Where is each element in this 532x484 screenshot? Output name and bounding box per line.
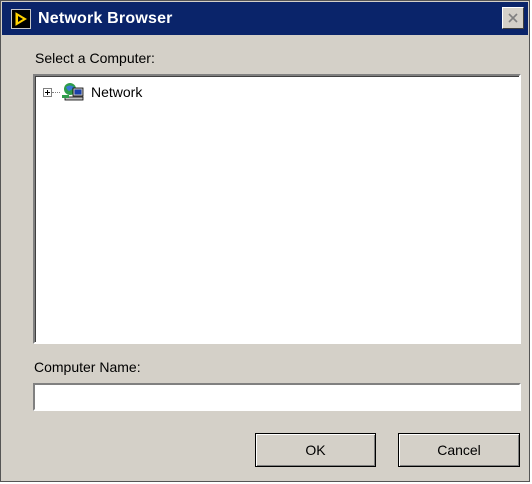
cancel-button[interactable]: Cancel: [398, 433, 520, 467]
network-browser-dialog: Network Browser Select a Computer: Netwo…: [0, 0, 530, 482]
network-icon: [62, 83, 84, 101]
expand-icon[interactable]: [43, 87, 52, 97]
title-bar[interactable]: Network Browser: [2, 2, 528, 35]
ok-button[interactable]: OK: [255, 433, 376, 467]
tree-connector: [52, 91, 60, 93]
select-computer-label: Select a Computer:: [35, 50, 155, 66]
computer-name-label: Computer Name:: [34, 359, 141, 375]
window-title: Network Browser: [38, 9, 173, 27]
tree-item-label: Network: [91, 84, 143, 100]
app-icon: [11, 8, 31, 29]
computer-tree[interactable]: Network: [33, 74, 521, 344]
close-icon: [508, 13, 518, 23]
close-button[interactable]: [502, 7, 524, 29]
tree-item-network[interactable]: Network: [43, 82, 142, 102]
computer-name-input[interactable]: [33, 383, 521, 411]
